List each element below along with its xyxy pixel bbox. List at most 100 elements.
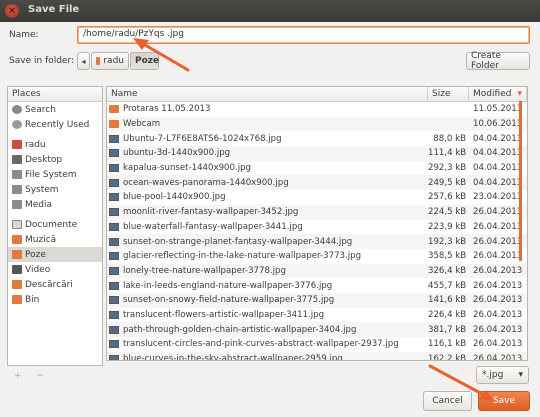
home-icon [12, 140, 22, 149]
file-row[interactable]: glacier-reflecting-in-the-lake-nature-wa… [107, 249, 527, 264]
file-row[interactable]: path-through-golden-chain-artistic-wallp… [107, 322, 527, 337]
file-row[interactable]: translucent-circles-and-pink-curves-abst… [107, 337, 527, 352]
video-icon [12, 265, 22, 274]
breadcrumb-poze[interactable]: Poze [130, 52, 159, 70]
file-name-cell: kapalua-sunset-1440x900.jpg [107, 163, 428, 173]
place-radu[interactable]: radu [8, 137, 102, 152]
image-thumbnail-icon [109, 281, 119, 290]
create-folder-label: Create Folder [471, 51, 501, 71]
filter-value: *.jpg [482, 370, 504, 380]
name-label: Name: [9, 30, 39, 40]
file-rows: Protaras 11.05.2013 11.05.2013 Webcam 10.06… [107, 102, 527, 361]
file-name-cell: Webcam [107, 119, 428, 129]
file-name-cell: sunset-on-snowy-field-nature-wallpaper-3… [107, 295, 428, 305]
place-documente[interactable]: Documente [8, 217, 102, 232]
place-recently-used[interactable]: Recently Used [8, 117, 102, 132]
place-label: Documente [25, 219, 78, 230]
file-row[interactable]: translucent-flowers-artistic-wallpaper-3… [107, 308, 527, 323]
file-size: 111,4 kB [428, 148, 467, 159]
window-title: Save File [28, 4, 80, 15]
column-name[interactable]: Name [107, 87, 428, 101]
image-thumbnail-icon [109, 164, 119, 173]
place-file-system[interactable]: File System [8, 167, 102, 182]
save-in-folder-label: Save in folder: [9, 56, 75, 66]
file-row[interactable]: blue-pool-1440x900.jpg 257,6 kB 23.04.2013 [107, 190, 527, 205]
file-name-cell: blue-waterfall-fantasy-wallpaper-3441.jp… [107, 222, 428, 232]
close-icon[interactable]: × [5, 4, 19, 18]
file-name-cell: moonlit-river-fantasy-wallpaper-3452.jpg [107, 207, 428, 217]
file-row[interactable]: lake-in-leeds-england-nature-wallpaper-3… [107, 278, 527, 293]
file-size: 292,3 kB [428, 163, 467, 174]
file-row[interactable]: Protaras 11.05.2013 11.05.2013 [107, 102, 527, 117]
file-name-cell: Protaras 11.05.2013 [107, 104, 428, 114]
file-name: translucent-flowers-artistic-wallpaper-3… [123, 309, 325, 320]
file-modified: 26.04.2013 [473, 280, 523, 291]
file-size: 224,5 kB [428, 207, 467, 218]
place-media[interactable]: Media [8, 197, 102, 212]
file-row[interactable]: Webcam 10.06.2013 [107, 116, 527, 132]
file-row[interactable]: kapalua-sunset-1440x900.jpg 292,3 kB 04.04… [107, 161, 527, 176]
music-icon [12, 235, 22, 244]
file-name: Protaras 11.05.2013 [123, 104, 211, 115]
place-system[interactable]: System [8, 182, 102, 197]
drive-icon [12, 185, 22, 194]
place-muzica[interactable]: Muzică [8, 232, 102, 247]
file-name-cell: translucent-circles-and-pink-curves-abst… [107, 339, 428, 349]
file-name-cell: ubuntu-3d-1440x900.jpg [107, 148, 428, 158]
pictures-icon [12, 250, 22, 259]
file-name: lonely-tree-nature-wallpaper-3778.jpg [123, 265, 286, 276]
file-name-cell: sunset-on-strange-planet-fantasy-wallpap… [107, 237, 428, 247]
cancel-button[interactable]: Cancel [423, 391, 472, 411]
image-thumbnail-icon [109, 266, 119, 275]
place-label: File System [25, 169, 77, 180]
file-name: glacier-reflecting-in-the-lake-nature-wa… [123, 251, 362, 262]
create-folder-button[interactable]: Create Folder [466, 51, 530, 71]
place-desktop[interactable]: Desktop [8, 152, 102, 167]
breadcrumb-radu[interactable]: radu [91, 52, 129, 70]
column-modified-label: Modified [473, 89, 512, 99]
file-name: kapalua-sunset-1440x900.jpg [123, 163, 252, 174]
file-size: 326,4 kB [428, 265, 467, 276]
file-row[interactable]: blue-waterfall-fantasy-wallpaper-3441.jp… [107, 220, 527, 235]
file-row[interactable]: sunset-on-strange-planet-fantasy-wallpap… [107, 234, 527, 249]
file-name-cell: path-through-golden-chain-artistic-wallp… [107, 325, 428, 335]
file-modified: 26.04.2013 [473, 339, 523, 350]
name-input[interactable]: /home/radu/PzYqs .jpg [77, 26, 530, 44]
image-thumbnail-icon [109, 237, 119, 246]
place-label: Search [25, 104, 56, 115]
file-row[interactable]: ocean-waves-panorama-1440x900.jpg 249,5 k… [107, 175, 527, 191]
file-row[interactable]: sunset-on-snowy-field-nature-wallpaper-3… [107, 292, 527, 308]
save-button[interactable]: Save [478, 391, 530, 411]
file-row[interactable]: moonlit-river-fantasy-wallpaper-3452.jpg… [107, 204, 527, 220]
column-modified[interactable]: Modified ▾ [469, 87, 527, 101]
file-name: ubuntu-3d-1440x900.jpg [123, 148, 231, 159]
file-modified: 26.04.2013 [473, 354, 523, 361]
sort-down-icon: ▾ [517, 89, 522, 99]
file-size: 116,1 kB [428, 339, 467, 350]
place-label: radu [25, 139, 46, 150]
drive-icon [12, 170, 22, 179]
file-row[interactable]: ubuntu-3d-1440x900.jpg 111,4 kB 04.04.2013 [107, 146, 527, 161]
path-back-button[interactable]: ◂ [77, 52, 90, 70]
home-icon [96, 57, 101, 65]
place-poze[interactable]: Poze [8, 247, 102, 262]
file-name-cell: blue-curves-in-the-sky-abstract-wallpape… [107, 354, 428, 360]
place-label: Media [25, 199, 53, 210]
place-bin[interactable]: Bin [8, 292, 102, 307]
file-row[interactable]: Ubuntu-7-L7F6E8ATS6-1024x768.jpg 88,0 kB 0… [107, 131, 527, 146]
file-row[interactable]: lonely-tree-nature-wallpaper-3778.jpg 326… [107, 263, 527, 279]
image-thumbnail-icon [109, 340, 119, 349]
place-video[interactable]: Video [8, 262, 102, 277]
places-sidebar: Places Search Recently Used radu Desktop… [7, 86, 103, 366]
column-size[interactable]: Size [428, 87, 469, 101]
file-name: blue-waterfall-fantasy-wallpaper-3441.jp… [123, 221, 303, 232]
title-bar: × Save File [0, 0, 540, 22]
file-size: 257,6 kB [428, 192, 467, 203]
file-name: path-through-golden-chain-artistic-wallp… [123, 324, 357, 335]
place-descarcari[interactable]: Descărcări [8, 277, 102, 292]
search-icon [12, 105, 22, 114]
file-row[interactable]: blue-curves-in-the-sky-abstract-wallpape… [107, 351, 527, 361]
place-search[interactable]: Search [8, 102, 102, 117]
image-thumbnail-icon [109, 252, 119, 261]
file-type-filter[interactable]: *.jpg ▾ [476, 366, 529, 384]
